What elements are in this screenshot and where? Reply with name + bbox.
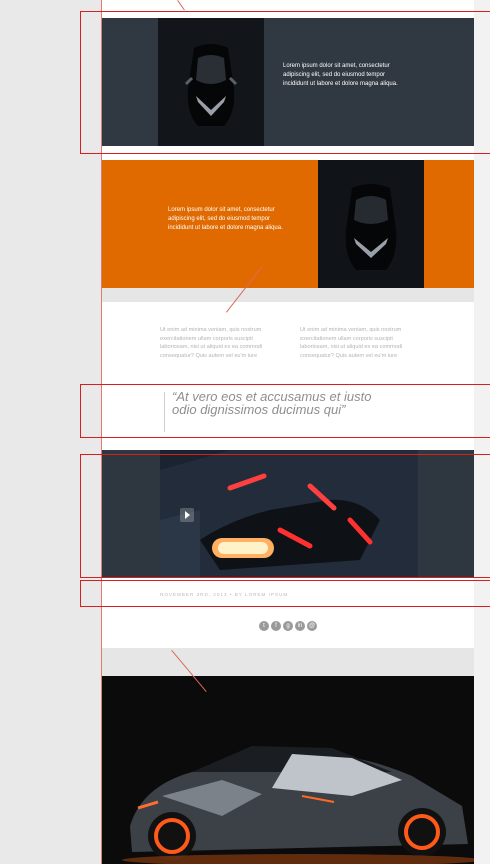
linkedin-icon[interactable]: in (295, 621, 305, 631)
orange-block-text: Lorem ipsum dolor sit amet, consectetur … (168, 207, 283, 231)
section-divider-band (102, 648, 474, 676)
annotation-highlight-box (80, 580, 490, 607)
annotation-highlight-box (80, 454, 490, 578)
section-divider-band (102, 288, 474, 302)
text-column-left: Ut enim ad minima veniam, quis nostrum e… (160, 327, 263, 359)
annotation-pointer-line (177, 0, 185, 11)
hero-car-image (102, 676, 474, 864)
email-icon[interactable]: @ (307, 621, 317, 631)
text-column-right: Ut enim ad minima veniam, quis nostrum e… (300, 327, 403, 359)
social-share-section: t f g in @ (102, 608, 474, 648)
google-plus-icon[interactable]: g (283, 621, 293, 631)
facebook-icon[interactable]: f (271, 621, 281, 631)
twitter-icon[interactable]: t (259, 621, 269, 631)
two-column-text-section: Ut enim ad minima veniam, quis nostrum e… (102, 302, 474, 386)
annotation-highlight-box (80, 384, 490, 438)
orange-feature-block: Lorem ipsum dolor sit amet, consectetur … (102, 160, 474, 288)
car-top-view-image (318, 160, 424, 288)
annotation-highlight-box (80, 11, 490, 154)
social-icons-row: t f g in @ (259, 621, 317, 631)
